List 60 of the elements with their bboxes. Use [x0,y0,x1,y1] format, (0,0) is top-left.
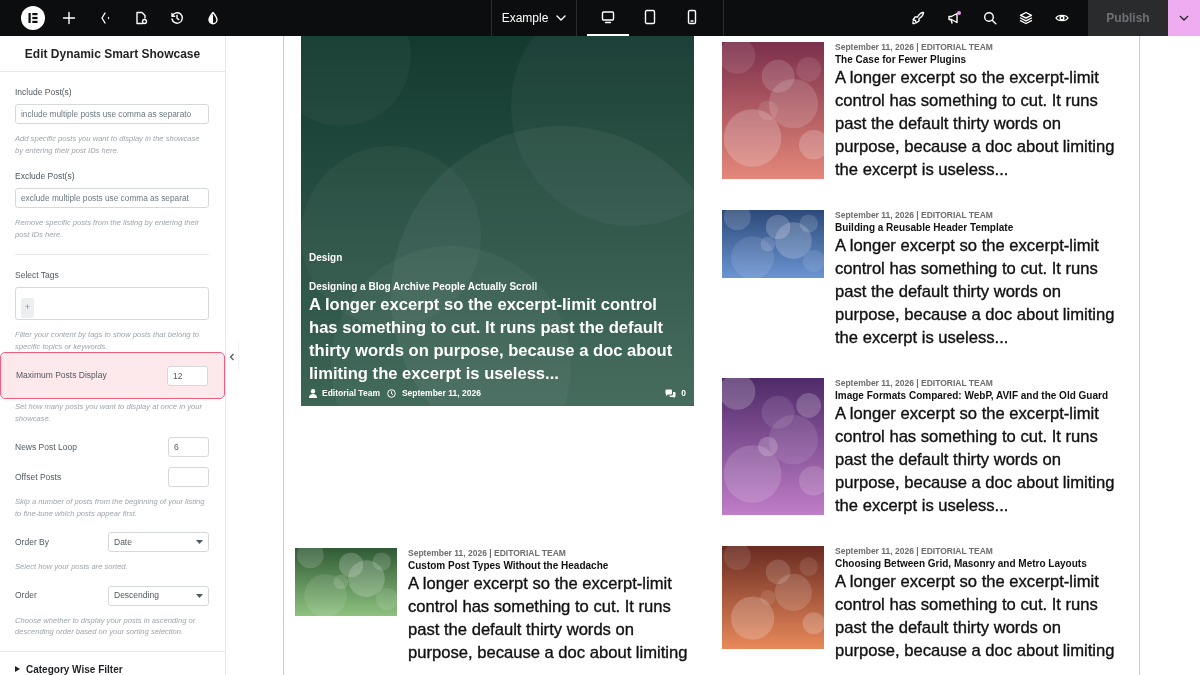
comment-count: 0 [681,387,686,400]
add-icon [62,11,76,25]
number-field[interactable]: 12 [167,365,208,386]
chevron-down-icon [1179,15,1189,21]
caret-down-icon [196,593,203,598]
post-date: September 11, 2026 [401,387,481,400]
post-meta: September 11, 2026 | EDITORIAL TEAM [835,378,994,389]
post-title[interactable]: Choosing Between Grid, Masonry and Metro Layouts [835,557,1127,570]
field-label: Include Post(s) [15,87,73,98]
text-field[interactable]: include multiple posts use comma as separato [15,104,209,124]
select-field[interactable]: Date [108,532,209,552]
field-label: Order [15,590,37,601]
mobile-icon [687,9,697,25]
post-title[interactable]: The Case for Fewer Plugins [835,53,1127,66]
drop-icon [206,11,220,25]
panel-title: Edit Dynamic Smart Showcase [0,36,225,72]
post-meta: September 11, 2026 | EDITORIAL TEAM [835,546,994,557]
caret-icon [15,666,20,672]
category-label[interactable]: Design [309,250,343,266]
post-meta: September 11, 2026 | EDITORIAL TEAM [835,42,994,53]
caret-down-icon [196,540,203,544]
chevron-left-icon [229,352,235,361]
post-meta: September 11, 2026 | EDITORIAL TEAM [835,210,994,221]
author-name: Editorial Team [322,387,380,400]
logo-icon [21,6,45,30]
post-excerpt: A longer excerpt so the excerpt-limit control has something to cut. It runs past the default thirty words on purpose, because a doc about limiting the excerpt is useless... [309,294,674,386]
field-label: Order By [15,536,49,548]
post-title[interactable]: Building a Reusable Header Template [835,221,1127,234]
desktop-icon [601,10,615,24]
text-field[interactable]: exclude multiple posts use comma as separat [15,188,209,208]
search-icon [983,11,997,25]
field-label: Select Tags [15,270,60,281]
clock-icon [386,389,396,399]
post-excerpt: A longer excerpt so the excerpt-limit control has something to cut. It runs past the default thirty words on purpose, because a doc about limiting the excerpt is useless... [835,403,1116,517]
page-settings-icon [134,11,148,25]
post-excerpt: A longer excerpt so the excerpt-limit control has something to cut. It runs past the default thirty words on purpose, because a doc about limiting [408,573,689,664]
section-toggle[interactable]: Category Wise Filter [0,650,225,675]
post-excerpt: A longer excerpt so the excerpt-limit control has something to cut. It runs past the default thirty words on purpose, because a doc about limiting [835,571,1116,662]
select-field[interactable]: Descending [108,585,209,606]
number-field[interactable] [168,467,209,487]
history-icon [170,11,184,25]
rocket-icon [911,11,925,25]
megaphone-icon [947,11,961,25]
field-label: Exclude Post(s) [15,171,76,182]
chevron-down-icon [556,15,567,21]
field-label: Maximum Posts Display [16,370,107,381]
number-field[interactable]: 6 [168,437,209,457]
post-title[interactable]: Image Formats Compared: WebP, AVIF and the Old Guard [835,389,1127,402]
layers-icon [1019,11,1033,25]
post-excerpt: A longer excerpt so the excerpt-limit control has something to cut. It runs past the default thirty words on purpose, because a doc about limiting the excerpt is useless... [835,235,1116,349]
sparkle-icon [98,11,112,25]
post-title[interactable]: Designing a Blog Archive People Actually Scroll [309,280,686,294]
comments-icon [665,389,677,399]
post-meta: September 11, 2026 | EDITORIAL TEAM [408,548,567,559]
post-excerpt: A longer excerpt so the excerpt-limit control has something to cut. It runs past the default thirty words on purpose, because a doc about limiting the excerpt is useless... [835,67,1116,181]
field-label: Offset Posts [15,471,62,483]
post-title[interactable]: Custom Post Types Without the Headache [408,559,700,572]
tablet-icon [644,9,656,25]
user-icon [309,389,317,399]
field-label: News Post Loop [15,441,77,453]
